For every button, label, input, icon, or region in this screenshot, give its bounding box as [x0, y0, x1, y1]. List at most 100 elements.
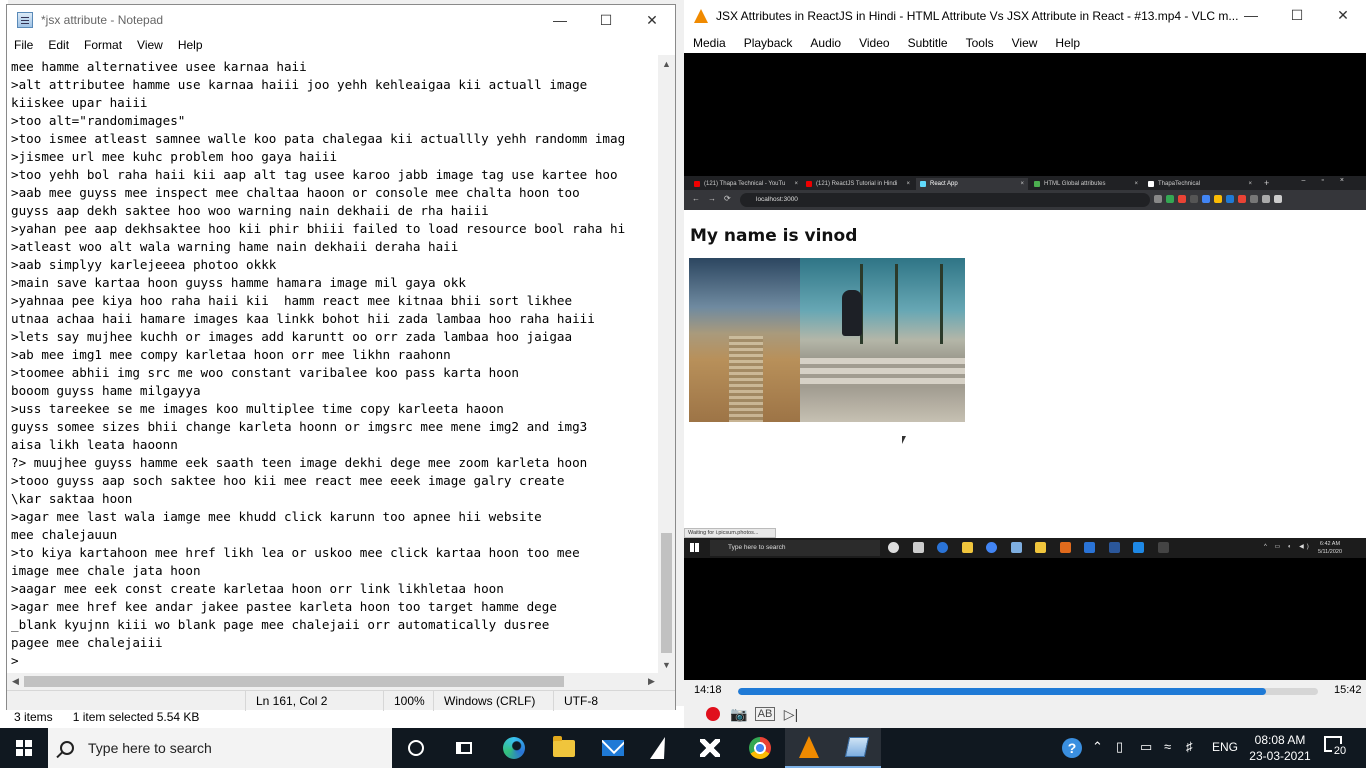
taskbar-chrome[interactable]: [736, 732, 784, 764]
video-loading-status: Waiting for i.picsum.photos...: [684, 528, 776, 538]
maximize-icon: ☐: [1290, 6, 1304, 23]
video-tab: ThapaTechnical ×: [1144, 178, 1256, 190]
vlc-loop-ab-button[interactable]: AB: [754, 703, 776, 725]
taskbar-file-explorer[interactable]: [540, 732, 588, 764]
taskbar-bolt-app[interactable]: [637, 732, 685, 764]
video-taskbar-apps: [888, 542, 1182, 553]
vlc-maximize-button[interactable]: ☐: [1274, 0, 1320, 30]
notepad-minimize-button[interactable]: —: [537, 5, 583, 35]
vlc-menu-subtitle[interactable]: Subtitle: [899, 36, 957, 50]
vlc-seek-bar[interactable]: [738, 688, 1318, 695]
vlc-snapshot-button[interactable]: 📷: [728, 703, 750, 725]
taskbar-search-box[interactable]: Type here to search: [48, 728, 392, 768]
taskbar-search-placeholder: Type here to search: [88, 740, 212, 756]
vlc-menu-media[interactable]: Media: [684, 36, 735, 50]
language-indicator[interactable]: ENG: [1212, 740, 1238, 754]
tray-device-icon[interactable]: ▯: [1116, 739, 1123, 755]
text-line: >agar mee href kee andar jakee pastee ka…: [11, 599, 557, 614]
notepad-window[interactable]: *jsx attribute - Notepad — ☐ ✕ File Edit…: [6, 4, 676, 711]
notepad-vertical-scrollbar[interactable]: ▲ ▼: [658, 55, 675, 673]
taskbar-clock[interactable]: 08:08 AM 23-03-2021: [1248, 732, 1312, 764]
battery-icon[interactable]: ▭: [1140, 739, 1152, 755]
menu-view[interactable]: View: [130, 38, 171, 52]
text-line: \kar saktaa hoon: [11, 491, 133, 506]
vlc-menu-view[interactable]: View: [1003, 36, 1047, 50]
vlc-menu-video[interactable]: Video: [850, 36, 898, 50]
text-encoding: UTF-8: [553, 691, 598, 711]
clock-date: 23-03-2021: [1249, 749, 1311, 763]
vlc-menu-help[interactable]: Help: [1046, 36, 1089, 50]
vertical-scroll-thumb[interactable]: [661, 533, 672, 653]
text-line: >aab mee guyss mee inspect mee chaltaa h…: [11, 185, 580, 200]
vlc-menu-playback[interactable]: Playback: [735, 36, 802, 50]
vlc-titlebar[interactable]: JSX Attributes in ReactJS in Hindi - HTM…: [684, 0, 1366, 32]
scroll-up-icon[interactable]: ▲: [658, 55, 675, 72]
taskbar-dropbox[interactable]: [686, 732, 734, 764]
notepad-maximize-button[interactable]: ☐: [583, 5, 629, 35]
zoom-level: 100%: [383, 691, 425, 711]
vlc-title: JSX Attributes in ReactJS in Hindi - HTM…: [716, 9, 1239, 23]
text-line: >ab mee img1 mee compy karletaa hoon orr…: [11, 347, 451, 362]
notepad-close-button[interactable]: ✕: [629, 5, 675, 35]
video-frame[interactable]: (121) Thapa Technical - YouTu × (121) Rea…: [684, 176, 1366, 558]
vlc-cone-icon[interactable]: [694, 9, 708, 23]
vlc-elapsed-time: 14:18: [694, 684, 722, 696]
vlc-record-button[interactable]: [702, 703, 724, 725]
cortana-icon: [408, 740, 424, 756]
lightning-icon: [649, 737, 673, 759]
wifi-icon[interactable]: ≈: [1164, 739, 1171, 754]
vlc-window[interactable]: JSX Attributes in ReactJS in Hindi - HTM…: [684, 0, 1366, 728]
tray-overflow-icon[interactable]: ⌃: [1092, 739, 1103, 755]
notification-count: 20: [1332, 744, 1348, 758]
vlc-menu-tools[interactable]: Tools: [957, 36, 1003, 50]
video-tab-active: React App ×: [916, 178, 1028, 190]
notepad-text-area[interactable]: mee hamme alternativee usee karnaa haii >…: [7, 55, 660, 673]
close-icon: ✕: [1337, 6, 1349, 23]
notepad-horizontal-scrollbar[interactable]: ◀ ▶: [7, 673, 660, 690]
text-line: mee chalejauun: [11, 527, 118, 542]
help-icon[interactable]: ?: [1062, 738, 1082, 758]
cortana-button[interactable]: [392, 732, 440, 764]
scroll-down-icon[interactable]: ▼: [658, 656, 675, 673]
text-line: ?> muujhee guyss hamme eek saath teen im…: [11, 455, 588, 470]
video-tab: HTML Global attributes ×: [1030, 178, 1142, 190]
video-browser-toolbar: ←→⟳ localhost:3000: [684, 190, 1366, 210]
text-line: _blank kyujnn kiii wo blank page mee cha…: [11, 617, 550, 632]
action-center-button[interactable]: 20: [1324, 736, 1348, 758]
task-view-button[interactable]: [440, 732, 488, 764]
vlc-close-button[interactable]: ✕: [1320, 0, 1366, 30]
notepad-app-icon[interactable]: [17, 12, 33, 28]
notepad-titlebar[interactable]: *jsx attribute - Notepad — ☐ ✕: [7, 5, 675, 35]
search-icon: [60, 741, 74, 755]
page-icon: [1148, 181, 1154, 187]
menu-help[interactable]: Help: [171, 38, 211, 52]
vlc-menu-audio[interactable]: Audio: [801, 36, 850, 50]
menu-format[interactable]: Format: [77, 38, 130, 52]
scroll-left-icon[interactable]: ◀: [7, 673, 24, 690]
video-extension-icons: [1154, 195, 1286, 205]
vlc-minimize-button[interactable]: —: [1228, 0, 1274, 30]
horizontal-scroll-thumb[interactable]: [24, 676, 564, 687]
text-line: >too alt="randomimages": [11, 113, 186, 128]
windows-taskbar: Type here to search ? ⌃ ▯ ▭ ≈ ♯ ENG 08:0…: [0, 728, 1366, 768]
video-tab: (121) ReactJS Tutorial in Hindi ×: [802, 178, 914, 190]
taskbar-notepad[interactable]: [833, 728, 881, 768]
volume-icon[interactable]: ♯: [1186, 739, 1193, 754]
text-line: aisa likh leata haoonn: [11, 437, 178, 452]
menu-file[interactable]: File: [7, 38, 41, 52]
cursor-position: Ln 161, Col 2: [245, 691, 327, 711]
vlc-frame-step-button[interactable]: ▷|: [780, 703, 802, 725]
folder-icon: [553, 735, 575, 757]
vlc-controls-panel: 14:18 15:42 📷 AB ▷|: [684, 680, 1366, 728]
taskbar-edge[interactable]: [490, 732, 538, 764]
text-line: >jismee url mee kuhc problem hoo gaya ha…: [11, 149, 338, 164]
start-button[interactable]: [0, 728, 48, 768]
text-line: >alt attributee hamme use karnaa haiii j…: [11, 77, 588, 92]
menu-edit[interactable]: Edit: [41, 38, 77, 52]
video-page-heading: My name is vinod: [690, 226, 858, 246]
video-windows-logo-icon: [690, 543, 699, 552]
taskbar-mail[interactable]: [589, 732, 637, 764]
taskbar-vlc[interactable]: [785, 728, 833, 768]
video-windows-taskbar: Type here to search ^ ▭ ◐ ◀) 6:42 AM 5/1…: [684, 538, 1366, 558]
video-tab: (121) Thapa Technical - YouTu ×: [690, 178, 802, 190]
